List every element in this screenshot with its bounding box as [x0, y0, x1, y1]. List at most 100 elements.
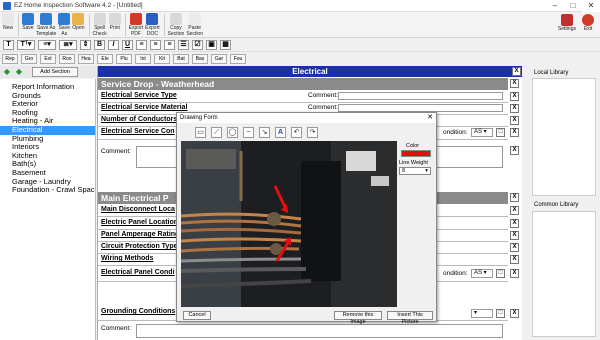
- font-type-icon[interactable]: T: [3, 39, 14, 50]
- rectangle-tool-icon[interactable]: ▭: [195, 127, 206, 138]
- section-tab[interactable]: Plu: [116, 54, 132, 64]
- arrow-tool-icon[interactable]: ↘: [259, 127, 270, 138]
- font-size-dropdown[interactable]: Tᵀ▾: [17, 39, 35, 50]
- toolbar-button-4[interactable]: Open: [72, 12, 85, 32]
- condition-box-button[interactable]: □: [496, 309, 505, 318]
- row-x-button[interactable]: X: [510, 231, 519, 240]
- row-label: Electric Panel Location: [101, 219, 179, 226]
- line-weight-select[interactable]: 8 ▾: [399, 167, 431, 175]
- section-tab[interactable]: Kit: [154, 54, 170, 64]
- burnt-terminal: [267, 212, 281, 226]
- section-tab[interactable]: Hea: [78, 54, 94, 64]
- toolbar-button-0[interactable]: New: [2, 12, 14, 32]
- toolbar-button-icon: [40, 13, 53, 25]
- condition-select[interactable]: AS ▾: [471, 128, 493, 137]
- common-library-label: Common Library: [534, 202, 579, 208]
- toolbar-button-7[interactable]: Export PDF: [129, 12, 143, 37]
- row-label: Grounding Conditions: [101, 308, 176, 315]
- toolbar-button-8[interactable]: Export DOC: [145, 12, 160, 37]
- row-x-button[interactable]: X: [510, 255, 519, 264]
- section-tab[interactable]: Bas: [192, 54, 208, 64]
- toolbar-separator: [163, 14, 165, 36]
- row-x-button[interactable]: X: [510, 243, 519, 252]
- toolbar-button-10[interactable]: Paste Section: [186, 12, 203, 37]
- close-section-button[interactable]: X: [512, 67, 521, 76]
- toolbar-button-3[interactable]: Save As: [58, 12, 71, 37]
- toolbar-button-1[interactable]: Save: [22, 12, 34, 32]
- list-icon[interactable]: ☰: [178, 39, 189, 50]
- redo-icon[interactable]: ↷: [307, 127, 318, 138]
- indent-dropdown[interactable]: ≣▾: [59, 39, 77, 50]
- section-tab[interactable]: Int: [135, 54, 151, 64]
- cancel-button[interactable]: Cancel: [183, 311, 211, 320]
- move-down-icon[interactable]: ◆: [14, 67, 24, 77]
- black-wire: [181, 267, 307, 273]
- comment-field[interactable]: [338, 92, 503, 100]
- align-dropdown[interactable]: ≡▾: [38, 39, 56, 50]
- align-center-icon[interactable]: ≡: [150, 39, 161, 50]
- picture-icon[interactable]: ▣: [206, 39, 217, 50]
- row-x-button[interactable]: X: [510, 309, 519, 318]
- add-section-button[interactable]: Add Section: [32, 67, 78, 77]
- section-tab[interactable]: Gar: [211, 54, 227, 64]
- remove-image-button[interactable]: Remove this Image: [334, 311, 382, 325]
- dialog-close-icon[interactable]: ✕: [427, 113, 433, 123]
- align-left-icon[interactable]: ≡: [136, 39, 147, 50]
- row-x-button[interactable]: X: [510, 206, 519, 215]
- close-section2-button[interactable]: X: [510, 193, 519, 202]
- row-x-button[interactable]: X: [510, 92, 519, 101]
- section-tab[interactable]: Bat: [173, 54, 189, 64]
- underline-button[interactable]: U: [122, 39, 133, 50]
- move-up-icon[interactable]: ◆: [2, 67, 12, 77]
- toolbar-button-5[interactable]: Spell Check: [93, 12, 107, 37]
- spacing-icon[interactable]: ⇕: [80, 39, 91, 50]
- section-tab[interactable]: Ele: [97, 54, 113, 64]
- ellipse-tool-icon[interactable]: ◯: [227, 127, 238, 138]
- row-label: Electrical Service Material: [101, 104, 188, 111]
- row-x-button[interactable]: X: [510, 116, 519, 125]
- align-right-icon[interactable]: ≡: [164, 39, 175, 50]
- electrical-panel-photo[interactable]: [181, 141, 397, 307]
- table-icon[interactable]: ▦: [220, 39, 231, 50]
- color-swatch[interactable]: [401, 150, 431, 157]
- section-tab[interactable]: Gro: [21, 54, 37, 64]
- bold-button[interactable]: B: [94, 39, 105, 50]
- maximize-icon[interactable]: □: [564, 0, 582, 12]
- comment-field[interactable]: [338, 104, 503, 112]
- checkbox-icon[interactable]: ☑: [192, 39, 203, 50]
- close-icon[interactable]: ✕: [582, 0, 600, 12]
- insert-picture-button[interactable]: Insert This Picture: [387, 311, 433, 325]
- row-x-button[interactable]: X: [510, 104, 519, 113]
- common-library-list[interactable]: [532, 211, 596, 337]
- condition-select[interactable]: ▾: [471, 309, 493, 318]
- condition-box-button[interactable]: □: [496, 128, 505, 137]
- line-tool-icon[interactable]: ⟋: [211, 127, 222, 138]
- exit-button[interactable]: Exit: [582, 13, 594, 33]
- italic-button[interactable]: I: [108, 39, 119, 50]
- close-section1-button[interactable]: X: [510, 79, 519, 88]
- local-library-list[interactable]: [532, 78, 596, 196]
- row-x-button[interactable]: X: [510, 269, 519, 278]
- toolbar-button-6[interactable]: Print: [108, 12, 121, 32]
- condition-select[interactable]: AS ▾: [471, 269, 493, 278]
- section-tab[interactable]: Roo: [59, 54, 75, 64]
- section-list: Report Information Grounds Exterior Roofing…: [0, 79, 96, 340]
- exit-label: Exit: [583, 26, 593, 32]
- row-x-button[interactable]: X: [510, 128, 519, 137]
- condition-box-button[interactable]: □: [496, 269, 505, 278]
- section-list-item[interactable]: Foundation - Crawl Spac: [0, 186, 95, 195]
- section-tab[interactable]: Ext: [40, 54, 56, 64]
- undo-icon[interactable]: ↶: [291, 127, 302, 138]
- window-title: EZ Home Inspection Software 4.2 - [Untit…: [14, 2, 143, 9]
- comment-x-button[interactable]: X: [510, 146, 519, 155]
- row-x-button[interactable]: X: [510, 219, 519, 228]
- toolbar-button-2[interactable]: Save As Template: [36, 12, 56, 37]
- settings-button[interactable]: Settings: [558, 13, 576, 33]
- minimize-icon[interactable]: –: [546, 0, 564, 12]
- toolbar-button-9[interactable]: Copy Section: [168, 12, 184, 37]
- section-tab[interactable]: Fou: [230, 54, 246, 64]
- section-comment-field[interactable]: [136, 324, 503, 338]
- section-tab[interactable]: Rep: [2, 54, 18, 64]
- text-tool-icon[interactable]: A: [275, 127, 286, 138]
- freehand-tool-icon[interactable]: ~: [243, 127, 254, 138]
